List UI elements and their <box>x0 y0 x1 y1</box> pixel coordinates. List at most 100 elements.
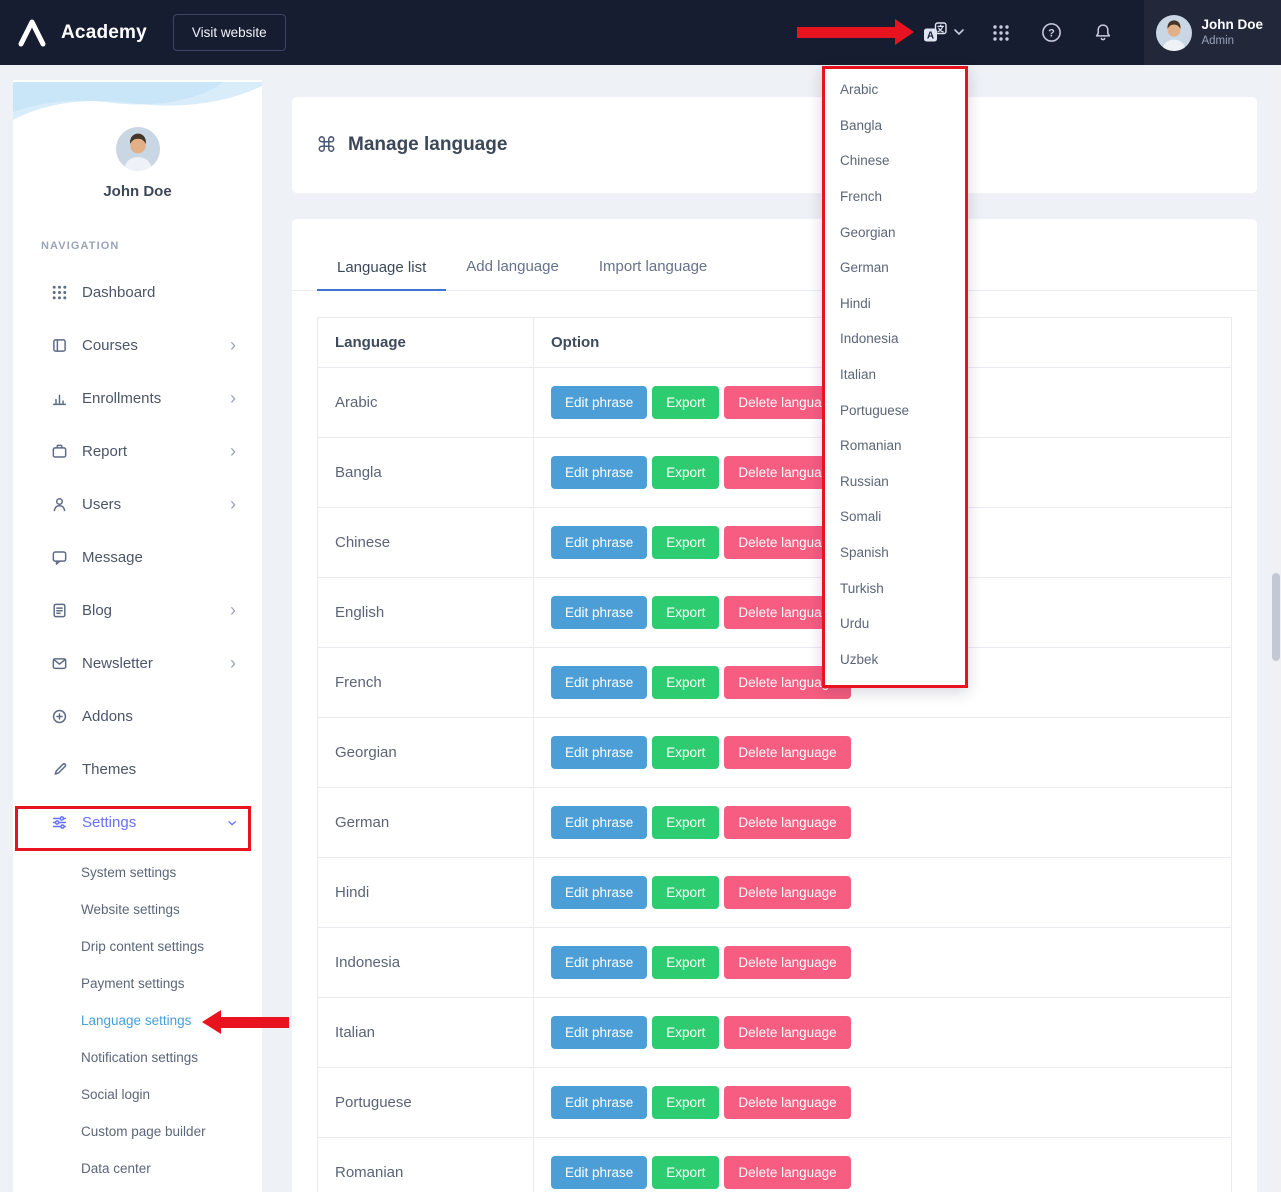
table-row: Indonesia Edit phrase Export Delete lang… <box>318 927 1231 997</box>
edit-phrase-button[interactable]: Edit phrase <box>551 736 647 769</box>
language-option[interactable]: Italian <box>825 357 965 393</box>
sidebar-item-label: Enrollments <box>82 390 230 407</box>
sidebar-item-icon <box>50 337 68 355</box>
language-option[interactable]: Hindi <box>825 286 965 322</box>
edit-phrase-button[interactable]: Edit phrase <box>551 1156 647 1189</box>
export-button[interactable]: Export <box>652 666 719 699</box>
delete-language-button[interactable]: Delete language <box>724 1016 850 1049</box>
edit-phrase-button[interactable]: Edit phrase <box>551 666 647 699</box>
export-button[interactable]: Export <box>652 526 719 559</box>
edit-phrase-button[interactable]: Edit phrase <box>551 1086 647 1119</box>
settings-submenu-item[interactable]: Drip content settings <box>13 928 262 965</box>
tabs: Language listAdd languageImport language <box>292 219 1257 291</box>
sidebar-item-icon <box>50 443 68 461</box>
language-option[interactable]: Arabic <box>825 72 965 108</box>
sidebar-item[interactable]: Themes › <box>13 743 262 796</box>
sidebar-item-label: Dashboard <box>82 284 230 301</box>
language-option[interactable]: Uzbek <box>825 642 965 678</box>
sidebar-item[interactable]: Newsletter › <box>13 637 262 690</box>
delete-language-button[interactable]: Delete language <box>724 736 850 769</box>
language-option[interactable]: Romanian <box>825 428 965 464</box>
chevron-right-icon: › <box>230 389 236 407</box>
export-button[interactable]: Export <box>652 736 719 769</box>
settings-submenu-item[interactable]: Website settings <box>13 891 262 928</box>
edit-phrase-button[interactable]: Edit phrase <box>551 386 647 419</box>
sidebar-item[interactable]: Settings › <box>13 796 262 849</box>
settings-submenu-item[interactable]: Notification settings <box>13 1039 262 1076</box>
language-cell: Georgian <box>318 718 534 787</box>
settings-submenu-item[interactable]: Language settings <box>13 1002 262 1039</box>
edit-phrase-button[interactable]: Edit phrase <box>551 526 647 559</box>
sidebar-item[interactable]: Blog › <box>13 584 262 637</box>
topbar-right: A ? John Doe Admin <box>923 0 1281 65</box>
sidebar-item[interactable]: Addons › <box>13 690 262 743</box>
language-option[interactable]: Russian <box>825 464 965 500</box>
sidebar-item[interactable]: Message › <box>13 531 262 584</box>
chevron-right-icon: › <box>230 442 236 460</box>
sidebar-item[interactable]: Courses › <box>13 319 262 372</box>
edit-phrase-button[interactable]: Edit phrase <box>551 1016 647 1049</box>
language-table: Language Option Arabic Edit phrase Expor… <box>317 317 1232 1192</box>
delete-language-button[interactable]: Delete language <box>724 1086 850 1119</box>
translate-icon: A <box>923 22 948 43</box>
sidebar-item-icon <box>50 814 68 832</box>
page-header-card: ⌘ Manage language <box>292 97 1257 193</box>
settings-submenu: System settingsWebsite settingsDrip cont… <box>13 854 262 1187</box>
sidebar-item[interactable]: Users › <box>13 478 262 531</box>
navigation-label: NAVIGATION <box>41 240 262 252</box>
export-button[interactable]: Export <box>652 806 719 839</box>
export-button[interactable]: Export <box>652 386 719 419</box>
edit-phrase-button[interactable]: Edit phrase <box>551 456 647 489</box>
tab[interactable]: Import language <box>579 258 727 290</box>
settings-submenu-item[interactable]: Social login <box>13 1076 262 1113</box>
help-icon[interactable]: ? <box>1041 22 1062 43</box>
sidebar-item[interactable]: Report › <box>13 425 262 478</box>
language-option[interactable]: Indonesia <box>825 321 965 357</box>
export-button[interactable]: Export <box>652 1086 719 1119</box>
sidebar-item[interactable]: Enrollments › <box>13 372 262 425</box>
language-option[interactable]: Spanish <box>825 535 965 571</box>
export-button[interactable]: Export <box>652 1016 719 1049</box>
delete-language-button[interactable]: Delete language <box>724 806 850 839</box>
export-button[interactable]: Export <box>652 456 719 489</box>
language-option[interactable]: Turkish <box>825 570 965 606</box>
language-option[interactable]: French <box>825 179 965 215</box>
notifications-bell-icon[interactable] <box>1093 22 1113 43</box>
language-switcher[interactable]: A <box>923 22 964 43</box>
edit-phrase-button[interactable]: Edit phrase <box>551 596 647 629</box>
language-cell: Hindi <box>318 858 534 927</box>
scrollbar-thumb[interactable] <box>1272 573 1280 661</box>
delete-language-button[interactable]: Delete language <box>724 1156 850 1189</box>
settings-submenu-item[interactable]: System settings <box>13 854 262 891</box>
visit-website-button[interactable]: Visit website <box>173 14 286 51</box>
export-button[interactable]: Export <box>652 946 719 979</box>
options-cell: Edit phrase Export Delete language <box>534 858 1231 927</box>
sidebar-item[interactable]: Dashboard › <box>13 266 262 319</box>
language-option[interactable]: German <box>825 250 965 286</box>
apps-grid-icon[interactable] <box>992 24 1010 42</box>
edit-phrase-button[interactable]: Edit phrase <box>551 806 647 839</box>
settings-submenu-item[interactable]: Payment settings <box>13 965 262 1002</box>
export-button[interactable]: Export <box>652 1156 719 1189</box>
edit-phrase-button[interactable]: Edit phrase <box>551 876 647 909</box>
settings-submenu-item[interactable]: Data center <box>13 1150 262 1187</box>
tab[interactable]: Language list <box>317 259 446 291</box>
language-option[interactable]: Bangla <box>825 108 965 144</box>
edit-phrase-button[interactable]: Edit phrase <box>551 946 647 979</box>
delete-language-button[interactable]: Delete language <box>724 946 850 979</box>
tab[interactable]: Add language <box>446 258 579 290</box>
export-button[interactable]: Export <box>652 596 719 629</box>
sidebar-item-icon <box>50 549 68 567</box>
content-card: Language listAdd languageImport language… <box>292 219 1257 1192</box>
delete-language-button[interactable]: Delete language <box>724 876 850 909</box>
table-row: Portuguese Edit phrase Export Delete lan… <box>318 1067 1231 1137</box>
user-menu[interactable]: John Doe Admin <box>1144 0 1281 65</box>
language-option[interactable]: Chinese <box>825 143 965 179</box>
sidebar-item-label: Blog <box>82 602 230 619</box>
settings-submenu-item[interactable]: Custom page builder <box>13 1113 262 1150</box>
export-button[interactable]: Export <box>652 876 719 909</box>
language-option[interactable]: Somali <box>825 499 965 535</box>
language-option[interactable]: Portuguese <box>825 392 965 428</box>
language-option[interactable]: Georgian <box>825 214 965 250</box>
language-option[interactable]: Urdu <box>825 606 965 642</box>
